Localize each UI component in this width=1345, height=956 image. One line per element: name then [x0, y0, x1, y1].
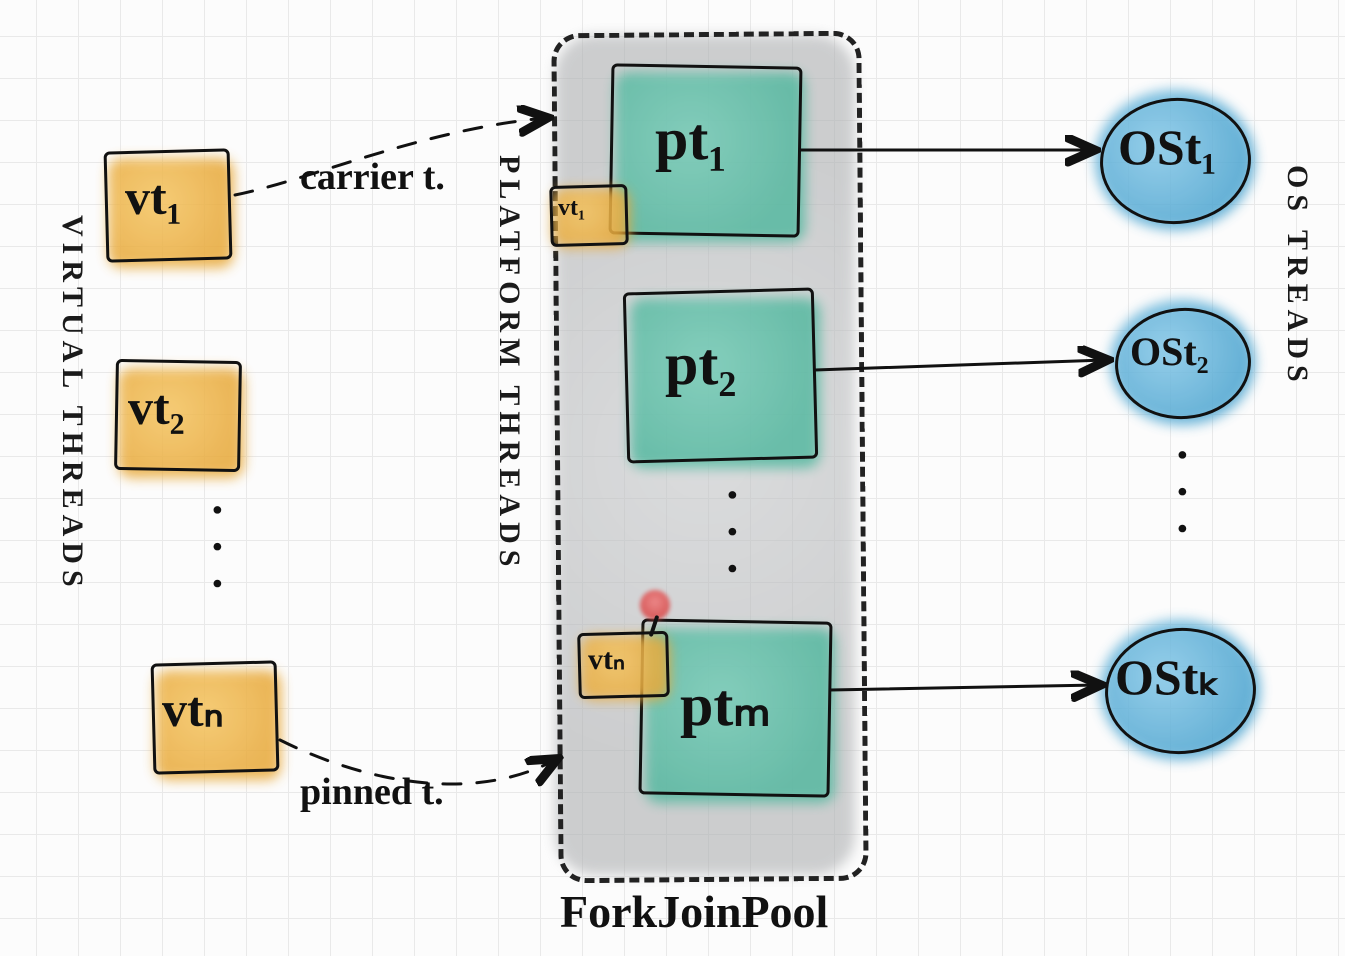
- carrier-thread-label: carrier t.: [300, 155, 445, 199]
- pt1-label: pt₁: [655, 105, 726, 174]
- vt2-label: vt₂: [128, 378, 185, 436]
- os-threads-column-label: OS TREADS: [1280, 165, 1314, 388]
- diagram-canvas: VIRTUAL THREADS PLATFORM THREADS OS TREA…: [0, 0, 1345, 956]
- ptm-label: ptₘ: [680, 670, 771, 740]
- pt-ellipsis: • • •: [715, 490, 747, 583]
- ost-ellipsis: • • •: [1165, 450, 1197, 543]
- vt-ellipsis: • • •: [200, 505, 232, 598]
- ostk-label: OStₖ: [1115, 648, 1220, 706]
- ost1-label: OSt₁: [1118, 118, 1216, 176]
- ost2-label: OSt₂: [1130, 328, 1209, 375]
- pt1-mounted-vt-label: vt₁: [558, 195, 585, 222]
- virtual-threads-column-label: VIRTUAL THREADS: [55, 215, 89, 593]
- forkjoin-pool-label: ForkJoinPool: [560, 885, 828, 938]
- platform-threads-column-label: PLATFORM THREADS: [492, 155, 526, 572]
- pinned-thread-label: pinned t.: [300, 770, 444, 814]
- pt2-label: pt₂: [665, 330, 736, 399]
- vtn-label: vtₙ: [162, 680, 224, 738]
- vt1-label: vt₁: [125, 168, 182, 226]
- ptm-mounted-vt-label: vtₙ: [588, 642, 625, 677]
